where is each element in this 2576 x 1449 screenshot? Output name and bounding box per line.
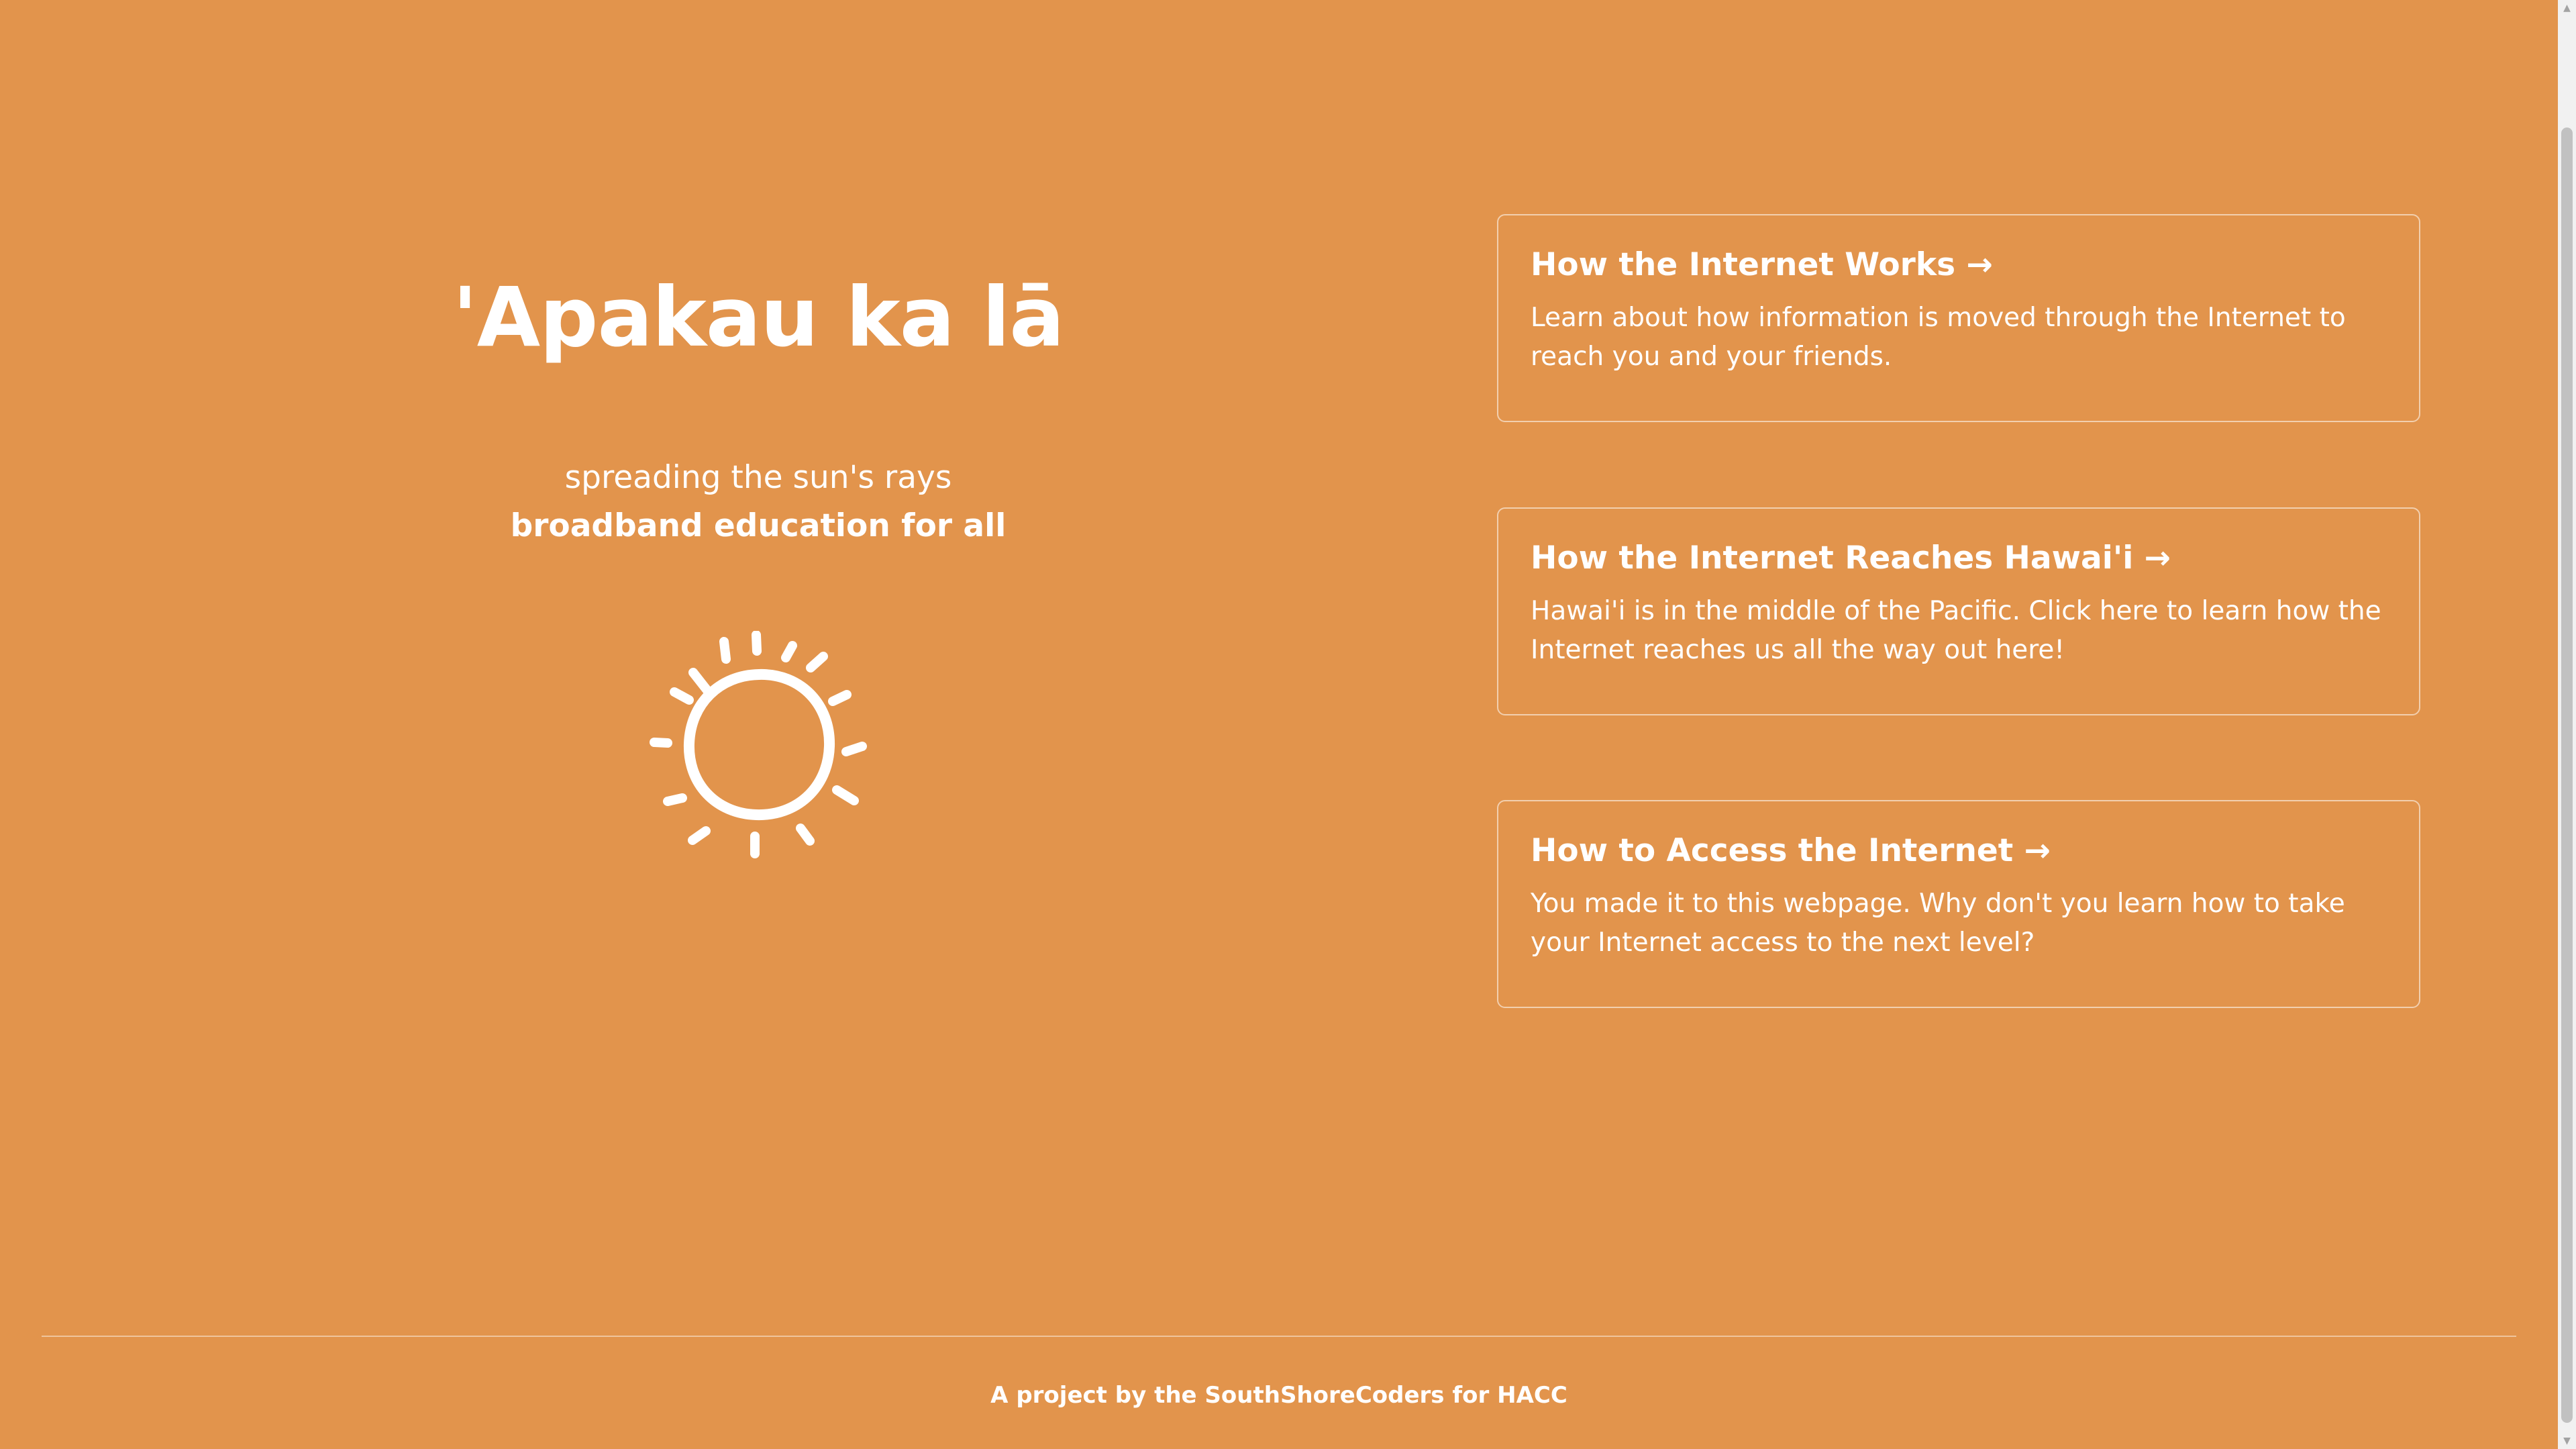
card-description: Learn about how information is moved thr… <box>1531 303 2346 372</box>
footer-credit: A project by the SouthShoreCoders for HA… <box>990 1382 1567 1409</box>
card-access-internet[interactable]: How to Access the Internet → You made it… <box>1497 800 2420 1008</box>
scrollbar-thumb[interactable] <box>2561 128 2573 1423</box>
card-title: How the Internet Reaches Hawai'i → <box>1531 540 2171 577</box>
card-title: How to Access the Internet → <box>1531 832 2051 869</box>
tagline: spreading the sun's rays broadband educa… <box>403 454 1114 550</box>
site-title: 'Apakau ka lā <box>452 270 1064 365</box>
scroll-up-icon[interactable]: ▲ <box>2558 1 2576 15</box>
card-internet-reaches-hawaii[interactable]: How the Internet Reaches Hawai'i → Hawai… <box>1497 507 2420 715</box>
vertical-scrollbar[interactable]: ▲ ▼ <box>2558 0 2576 1449</box>
footer-divider <box>42 1336 2516 1337</box>
tagline-line-1: spreading the sun's rays <box>564 459 952 497</box>
card-how-internet-works[interactable]: How the Internet Works → Learn about how… <box>1497 214 2420 422</box>
sun-icon <box>641 631 876 866</box>
card-title: How the Internet Works → <box>1531 246 1993 283</box>
card-description: You made it to this webpage. Why don't y… <box>1531 889 2345 958</box>
scroll-down-icon[interactable]: ▼ <box>2558 1434 2576 1448</box>
tagline-line-2: broadband education for all <box>510 507 1007 545</box>
page: 'Apakau ka lā spreading the sun's rays b… <box>0 0 2558 1449</box>
hero-section: 'Apakau ka lā spreading the sun's rays b… <box>403 268 1114 866</box>
card-description: Hawai'i is in the middle of the Pacific.… <box>1531 596 2381 666</box>
